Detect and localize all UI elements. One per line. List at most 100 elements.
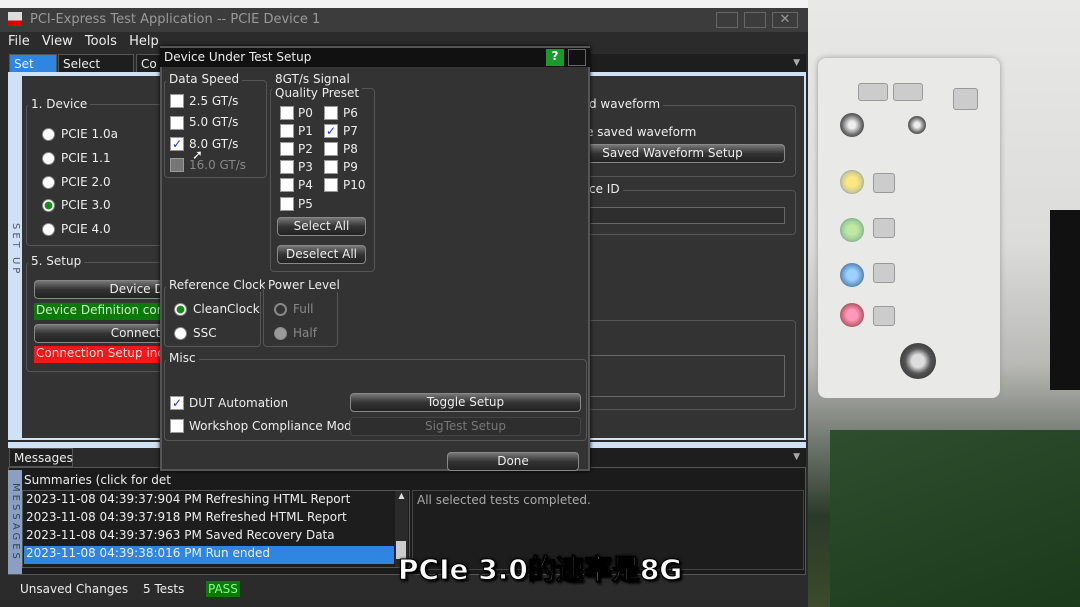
radio-label: PCIE 1.0a [61,127,118,141]
connection-setup-status: Connection Setup inco [34,346,164,363]
checkbox-p8[interactable] [324,142,338,156]
checkbox-p9[interactable] [324,160,338,174]
window-title: PCI-Express Test Application -- PCIE Dev… [30,12,321,27]
checkbox-p7[interactable]: ✓ [324,124,338,138]
maximize-button[interactable] [744,12,766,28]
top-strip [0,0,808,8]
preset-label-line2: Quality Preset [275,86,360,100]
checkbox-p5[interactable] [280,197,294,211]
checkbox-p3[interactable] [280,160,294,174]
toggle-setup-button[interactable]: Toggle Setup [350,393,581,412]
list-item[interactable]: 2023-11-08 04:39:37:918 PM Refreshed HTM… [24,510,396,528]
checkbox-p6[interactable] [324,106,338,120]
radio-label: PCIE 3.0 [61,198,111,212]
video-subtitle: PCIe 3.0的速率是8G [397,553,683,587]
summaries-label[interactable]: Summaries (click for det [24,473,171,487]
radio-pcie-2-0[interactable] [42,176,55,189]
tab-select-tests[interactable]: Select Tests [58,54,134,85]
checkbox-label: P8 [343,142,358,156]
checkbox-p2[interactable] [280,142,294,156]
tab-set-up[interactable]: Set Up [9,54,57,85]
extra-field[interactable] [560,355,785,397]
setup-side-label: SET UP [10,223,21,277]
checkbox-16-0gts[interactable] [170,158,184,172]
radio-ssc[interactable] [174,327,187,340]
preset-group-label: 8GT/s Signal Quality Preset [272,72,363,100]
list-item[interactable]: 2023-11-08 04:39:37:904 PM Refreshing HT… [24,492,396,510]
select-all-button[interactable]: Select All [277,217,366,236]
menu-file[interactable]: File [8,34,30,49]
data-speed-label: Data Speed [166,72,243,86]
device-image [1050,210,1080,390]
dialog-title: Device Under Test Setup [164,50,312,64]
oscilloscope-image [818,58,1000,398]
radio-label: Full [293,302,314,316]
list-item[interactable]: 2023-11-08 04:39:37:963 PM Saved Recover… [24,528,396,546]
saved-waveform-setup-button[interactable]: Saved Waveform Setup [560,144,785,163]
checkbox-label: P10 [343,178,366,192]
device-definition-status: Device Definition comp [34,303,164,320]
tab-overflow-arrow-icon[interactable]: ▼ [590,54,806,73]
dialog-title-bar: Device Under Test Setup ? [160,48,590,67]
messages-side-label: MESSAGES [8,470,22,574]
radio-label: PCIE 2.0 [61,175,111,189]
checkbox-p0[interactable] [280,106,294,120]
radio-pcie-3-0[interactable] [42,199,55,212]
radio-label: SSC [193,326,217,340]
checkbox-label: P4 [298,178,313,192]
tab-messages[interactable]: Messages [9,448,73,467]
unsaved-changes-status: Unsaved Changes [20,582,129,596]
radio-pcie-1-0a[interactable] [42,128,55,141]
radio-cleanclock[interactable] [174,303,187,316]
dut-automation-checkbox[interactable]: ✓ [170,396,184,410]
close-button[interactable]: ✕ [772,12,798,28]
workshop-compliance-checkbox[interactable] [170,419,184,433]
waveform-group-label: d waveform [586,97,664,111]
pass-badge: PASS [206,581,240,597]
status-bar: Unsaved Changes 5 Tests PASS [8,578,308,600]
help-button[interactable]: ? [546,49,564,66]
done-button[interactable]: Done [447,452,579,471]
checkbox-label: 5.0 GT/s [189,115,239,129]
scroll-up-icon[interactable]: ▲ [395,491,408,500]
id-group-label: ce ID [586,182,623,196]
dialog-close-button[interactable] [568,49,586,66]
checkbox-p4[interactable] [280,178,294,192]
checkbox-5-0gts[interactable] [170,116,184,130]
device-definition-button[interactable]: Device De [34,280,174,299]
title-bar: PCI-Express Test Application -- PCIE Dev… [0,8,808,32]
checkbox-8-0gts[interactable]: ✓ [170,137,184,151]
checkbox-2-5gts[interactable] [170,94,184,108]
checkbox-label: P6 [343,106,358,120]
tests-count: 5 Tests [143,582,185,596]
reference-clock-label: Reference Clock [166,278,269,292]
dut-automation-label: DUT Automation [189,396,289,410]
power-level-label: Power Level [265,278,343,292]
radio-pcie-4-0[interactable] [42,223,55,236]
list-item-selected[interactable]: 2023-11-08 04:39:38:016 PM Run ended [24,546,394,564]
messages-overflow-arrow-icon[interactable]: ▼ [590,448,806,467]
radio-pcie-1-1[interactable] [42,152,55,165]
workshop-compliance-label: Workshop Compliance Mode [189,419,360,433]
sigtest-setup-button[interactable]: SigTest Setup [350,417,581,436]
misc-label: Misc [166,351,199,365]
radio-full[interactable] [274,303,287,316]
menu-tools[interactable]: Tools [85,34,117,49]
id-input[interactable] [560,207,785,224]
device-group-label: 1. Device [28,97,91,111]
checkbox-p10[interactable] [324,178,338,192]
checkbox-label: P2 [298,142,313,156]
message-detail-text: All selected tests completed. [417,493,591,507]
setup-group-label: 5. Setup [28,254,85,268]
connection-setup-button[interactable]: Connectio [34,324,174,343]
mouse-cursor-icon: ➚ [192,148,203,163]
menu-help[interactable]: Help [129,34,159,49]
radio-half[interactable] [274,327,287,340]
minimize-button[interactable] [716,12,738,28]
checkbox-p1[interactable] [280,124,294,138]
saved-waveform-option[interactable]: e saved waveform [586,125,696,139]
radio-label: PCIE 4.0 [61,222,111,236]
deselect-all-button[interactable]: Deselect All [277,245,366,264]
menu-view[interactable]: View [42,34,73,49]
checkbox-label: P1 [298,124,313,138]
